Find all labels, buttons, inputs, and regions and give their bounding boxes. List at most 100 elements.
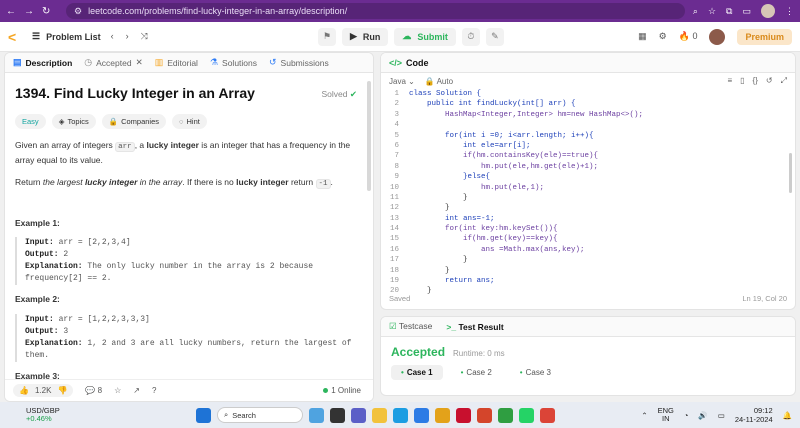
code-line[interactable]: 19 return ans; (381, 276, 795, 286)
language-indicator[interactable]: ENG IN (658, 406, 674, 424)
chrome-icon[interactable] (435, 407, 450, 423)
notification-bell-icon[interactable]: 🔔 (783, 411, 792, 420)
code-line[interactable]: 15 if(hm.get(key)==key){ (381, 234, 795, 244)
topics-button[interactable]: ◈ Topics (51, 114, 96, 130)
case-1-tab[interactable]: • Case 1 (391, 365, 443, 380)
zoom-icon[interactable]: ⌕ (693, 6, 698, 17)
tab-test-result[interactable]: >_ Test Result (446, 322, 503, 332)
list-icon[interactable]: ☰ (32, 31, 40, 42)
code-line[interactable]: 2 public int findLucky(int[] arr) { (381, 99, 795, 109)
code-line[interactable]: 5 for(int i =0; i<arr.length; i++){ (381, 131, 795, 141)
code-line[interactable]: 10 hm.put(ele,1); (381, 183, 795, 193)
leetcode-logo[interactable]: < (8, 30, 22, 44)
braces-icon[interactable]: {} (753, 76, 758, 86)
chevron-up-icon[interactable]: ⌃ (641, 411, 647, 420)
notes-icon[interactable]: ✎ (485, 27, 504, 46)
bookmark-icon[interactable]: ▯ (740, 76, 744, 86)
shuffle-icon[interactable]: ⤨ (141, 31, 148, 42)
reset-icon[interactable]: ↺ (766, 76, 773, 86)
thumbs-up-icon[interactable]: 👍 (19, 386, 29, 395)
battery-icon[interactable]: ▭ (718, 411, 725, 420)
windows-start-icon[interactable] (196, 407, 211, 423)
submit-button[interactable]: ☁ Submit (394, 27, 456, 46)
wifi-icon[interactable]: ◔ (684, 411, 689, 420)
auto-mode-toggle[interactable]: 🔒 Auto (425, 77, 453, 86)
extensions-icon[interactable]: ⧉ (726, 6, 732, 17)
browser-menu-icon[interactable]: ⋮ (785, 6, 794, 17)
comments-button[interactable]: 💬 8 (85, 386, 102, 395)
tab-solutions[interactable]: ⚗ Solutions (210, 57, 257, 68)
code-line[interactable]: 16 ans =Math.max(ans,key); (381, 245, 795, 255)
code-editor[interactable]: 1 class Solution {2 public int findLucky(… (381, 89, 795, 297)
case-2-tab[interactable]: • Case 2 (451, 365, 502, 380)
code-scrollbar[interactable] (789, 153, 792, 193)
code-line[interactable]: 9 }else{ (381, 172, 795, 182)
store-icon[interactable] (414, 407, 429, 423)
code-line[interactable]: 12 } (381, 203, 795, 213)
forward-icon[interactable]: → (24, 6, 34, 17)
widgets-icon[interactable] (309, 407, 324, 423)
user-avatar[interactable] (709, 28, 726, 45)
tab-submissions[interactable]: ↺ Submissions (269, 57, 329, 68)
taskbar-search[interactable]: ⌕ Search (217, 407, 303, 423)
tab-accepted[interactable]: ◷ Accepted ✕ (84, 57, 142, 68)
edge-icon[interactable] (393, 407, 408, 423)
description-scrollbar[interactable] (367, 81, 371, 191)
hint-button[interactable]: ◌ Hint (172, 114, 207, 130)
code-line[interactable]: 7 if(hm.containsKey(ele)==true){ (381, 151, 795, 161)
streak-counter[interactable]: 🔥 0 (679, 31, 698, 42)
stock-widget[interactable]: USD/GBP +0.46% (26, 406, 60, 424)
volume-icon[interactable]: 🔊 (698, 411, 707, 420)
thumbs-down-icon[interactable]: 👎 (57, 386, 67, 395)
tab-description[interactable]: ▤ Description (13, 57, 72, 68)
companies-button[interactable]: 🔒 Companies (101, 114, 167, 130)
clock[interactable]: 09:12 24-11-2024 (735, 406, 773, 424)
code-line[interactable]: 4 (381, 120, 795, 130)
teams-icon[interactable] (351, 407, 366, 423)
app-icon[interactable] (477, 407, 492, 423)
xbox-icon[interactable] (498, 407, 513, 423)
favorite-star-icon[interactable]: ☆ (114, 386, 121, 395)
profile-avatar[interactable] (761, 4, 775, 18)
prev-problem-icon[interactable]: ‹ (111, 31, 114, 42)
language-select[interactable]: Java ⌄ (389, 77, 415, 86)
code-line[interactable]: 1 class Solution { (381, 89, 795, 99)
site-info-icon[interactable]: ⚙ (74, 6, 82, 17)
reload-icon[interactable]: ↻ (42, 6, 50, 17)
next-problem-icon[interactable]: › (126, 31, 129, 42)
code-line[interactable]: 17 } (381, 255, 795, 265)
debug-icon[interactable]: ⚑ (318, 27, 336, 46)
premium-button[interactable]: Premium (737, 28, 792, 45)
code-line[interactable]: 11 } (381, 193, 795, 203)
sidebar-icon[interactable]: ▭ (742, 6, 751, 17)
task-view-icon[interactable] (330, 407, 345, 423)
problem-list-link[interactable]: Problem List (46, 32, 101, 42)
code-line[interactable]: 14 for(int key:hm.keySet()){ (381, 224, 795, 234)
like-dislike-group[interactable]: 👍 1.2K 👎 (13, 384, 74, 397)
code-line[interactable]: 18 } (381, 266, 795, 276)
code-line[interactable]: 3 HashMap<Integer,Integer> hm=new HashMa… (381, 110, 795, 120)
tab-testcase[interactable]: ☑ Testcase (389, 321, 432, 332)
address-bar[interactable]: ⚙ leetcode.com/problems/find-lucky-integ… (66, 3, 685, 19)
tab-editorial[interactable]: ▥ Editorial (155, 57, 198, 68)
problem-title[interactable]: 1394. Find Lucky Integer in an Array (15, 83, 255, 104)
case-3-tab[interactable]: • Case 3 (510, 365, 561, 380)
share-icon[interactable]: ↗ (133, 386, 140, 395)
code-line[interactable]: 8 hm.put(ele,hm.get(ele)+1); (381, 162, 795, 172)
code-line[interactable]: 6 int ele=arr[i]; (381, 141, 795, 151)
run-button[interactable]: ▶ Run (342, 27, 389, 46)
back-icon[interactable]: ← (6, 6, 16, 17)
settings-gear-icon[interactable]: ⚙ (659, 31, 667, 42)
active-chrome-icon[interactable] (540, 407, 555, 423)
timer-icon[interactable]: ⏱ (461, 27, 480, 46)
expand-icon[interactable]: ⤢ (781, 76, 787, 86)
format-icon[interactable]: ≡ (727, 76, 732, 86)
mcafee-icon[interactable] (456, 407, 471, 423)
help-icon[interactable]: ? (152, 386, 156, 395)
file-explorer-icon[interactable] (372, 407, 387, 423)
bookmark-star-icon[interactable]: ☆ (708, 6, 716, 17)
code-line[interactable]: 13 int ans=-1; (381, 214, 795, 224)
close-icon[interactable]: ✕ (136, 57, 143, 68)
whatsapp-icon[interactable] (519, 407, 534, 423)
layout-icon[interactable]: ▦ (638, 31, 647, 42)
